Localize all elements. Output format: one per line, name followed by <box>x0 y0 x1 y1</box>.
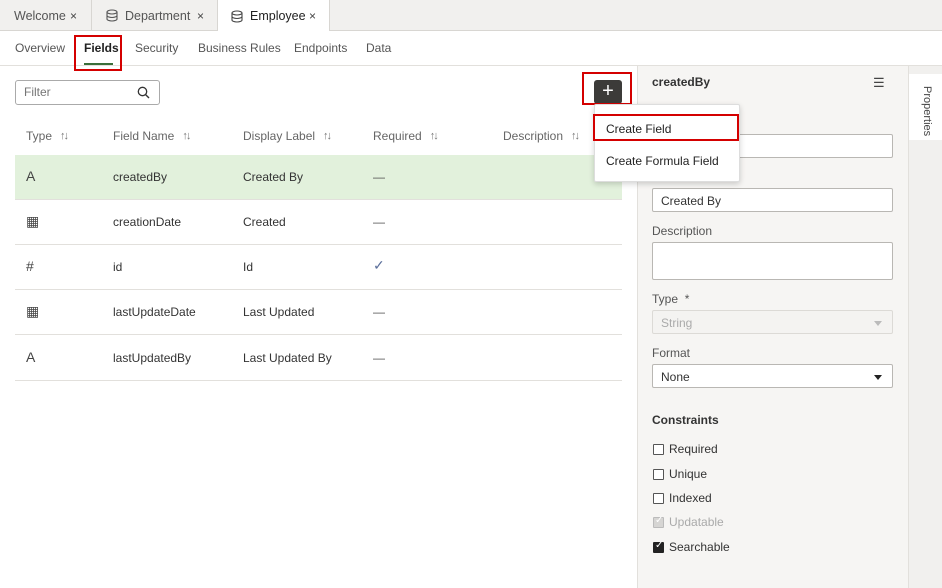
unique-checkbox[interactable] <box>653 469 664 480</box>
tab-employee-label: Employee <box>250 9 306 23</box>
required-cell: — <box>373 351 385 365</box>
checkmark-icon: ✓ <box>655 515 664 526</box>
required-cell: — <box>373 215 385 229</box>
column-header-label: Display Label <box>243 129 316 143</box>
display-label-cell: Last Updated <box>243 305 315 319</box>
tab-endpoints[interactable]: Endpoints <box>294 41 347 55</box>
type-label-text: Type <box>652 292 679 306</box>
table-row[interactable]: ▦ creationDate Created — <box>15 200 622 245</box>
type-select-value: String <box>661 316 693 330</box>
table-row[interactable]: # id Id ✓ <box>15 245 622 290</box>
number-type-icon: # <box>26 258 34 274</box>
subtab-bar: Overview Fields Security Business Rules … <box>0 31 942 66</box>
column-header-label: Required <box>373 129 422 143</box>
table-row[interactable]: ▦ lastUpdateDate Last Updated — <box>15 290 622 335</box>
chevron-down-icon[interactable] <box>874 375 882 380</box>
column-header-type[interactable]: Type ↑↓ <box>26 129 69 143</box>
tab-overview[interactable]: Overview <box>15 41 65 55</box>
searchable-checkbox-label[interactable]: Searchable <box>669 540 730 554</box>
editor-tab-bar: Welcome × Department × Employee × <box>0 0 942 32</box>
database-icon <box>106 9 118 22</box>
display-label-input[interactable]: Created By <box>652 188 893 212</box>
constraints-title: Constraints <box>652 413 719 427</box>
required-mark: * <box>684 292 690 306</box>
sort-icon[interactable]: ↑↓ <box>60 130 69 142</box>
search-icon[interactable] <box>137 86 150 99</box>
sort-icon[interactable]: ↑↓ <box>182 130 191 142</box>
format-select[interactable]: None <box>652 364 893 388</box>
tab-department-label: Department <box>125 8 191 23</box>
field-name-cell: lastUpdatedBy <box>113 351 192 365</box>
column-header-label: Field Name <box>113 129 175 143</box>
tab-department[interactable]: Department × <box>92 0 218 31</box>
updatable-checkbox: ✓ <box>653 515 664 528</box>
tab-data[interactable]: Data <box>366 41 391 55</box>
required-checkbox-label[interactable]: Required <box>669 442 718 456</box>
column-header-required[interactable]: Required ↑↓ <box>373 129 439 143</box>
menu-item-create-formula-field[interactable]: Create Formula Field <box>606 154 719 168</box>
unique-checkbox-label[interactable]: Unique <box>669 467 707 481</box>
sort-icon[interactable]: ↑↓ <box>571 130 580 142</box>
filter-field[interactable] <box>15 80 160 105</box>
field-name-cell: createdBy <box>113 170 168 184</box>
chevron-down-icon <box>874 321 882 326</box>
table-row[interactable]: A lastUpdatedBy Last Updated By — <box>15 336 622 381</box>
required-checkbox[interactable] <box>653 444 664 455</box>
panel-title: createdBy <box>652 75 711 89</box>
highlight-box-create-field <box>593 114 739 141</box>
close-icon[interactable]: × <box>197 9 204 23</box>
required-cell: — <box>373 305 385 319</box>
type-label: Type * <box>652 292 689 306</box>
close-icon[interactable]: × <box>70 9 77 23</box>
field-name-cell: creationDate <box>113 215 182 229</box>
string-type-icon: A <box>26 168 36 184</box>
type-select: String <box>652 310 893 334</box>
searchable-checkbox[interactable]: ✓ <box>653 540 664 553</box>
description-label: Description <box>652 224 713 238</box>
indexed-checkbox-label[interactable]: Indexed <box>669 491 712 505</box>
column-header-label: Description <box>503 129 564 143</box>
table-row[interactable]: A createdBy Created By — <box>15 155 622 200</box>
properties-rail-label: Properties <box>921 86 933 137</box>
required-cell: — <box>373 170 385 184</box>
display-label-cell: Id <box>243 260 254 274</box>
tab-employee[interactable]: Employee × <box>218 0 330 32</box>
format-label: Format <box>652 346 691 360</box>
tab-welcome-label: Welcome <box>14 8 66 23</box>
string-type-icon: A <box>26 349 36 365</box>
tab-security[interactable]: Security <box>135 41 178 55</box>
description-textarea[interactable] <box>652 242 893 280</box>
tab-business-rules[interactable]: Business Rules <box>198 41 281 55</box>
menu-icon[interactable]: ☰ <box>873 75 885 91</box>
tab-welcome[interactable]: Welcome × <box>0 0 92 31</box>
properties-rail-tab[interactable]: Properties <box>909 74 942 140</box>
column-header-display-label[interactable]: Display Label ↑↓ <box>243 129 332 143</box>
side-rail: Properties <box>908 66 942 588</box>
highlight-box-fields-tab <box>74 35 122 71</box>
column-header-description[interactable]: Description ↑↓ <box>503 129 580 143</box>
display-label-cell: Created By <box>243 170 304 184</box>
format-select-value: None <box>661 370 690 384</box>
checkmark-icon: ✓ <box>373 257 385 273</box>
datetime-type-icon: ▦ <box>26 213 40 229</box>
column-header-label: Type <box>26 129 53 143</box>
highlight-box-add-button <box>582 72 632 105</box>
database-icon <box>231 9 243 23</box>
display-label-cell: Created <box>243 215 286 229</box>
checkmark-icon: ✓ <box>655 540 664 551</box>
sort-icon[interactable]: ↑↓ <box>323 130 332 142</box>
column-header-field-name[interactable]: Field Name ↑↓ <box>113 129 191 143</box>
field-name-cell: id <box>113 260 123 274</box>
updatable-checkbox-label: Updatable <box>669 515 724 529</box>
datetime-type-icon: ▦ <box>26 303 40 319</box>
display-label-cell: Last Updated By <box>243 351 332 365</box>
filter-input[interactable] <box>24 85 134 99</box>
close-icon[interactable]: × <box>309 9 316 23</box>
sort-icon[interactable]: ↑↓ <box>430 130 439 142</box>
indexed-checkbox[interactable] <box>653 493 664 504</box>
field-name-cell: lastUpdateDate <box>113 305 196 319</box>
